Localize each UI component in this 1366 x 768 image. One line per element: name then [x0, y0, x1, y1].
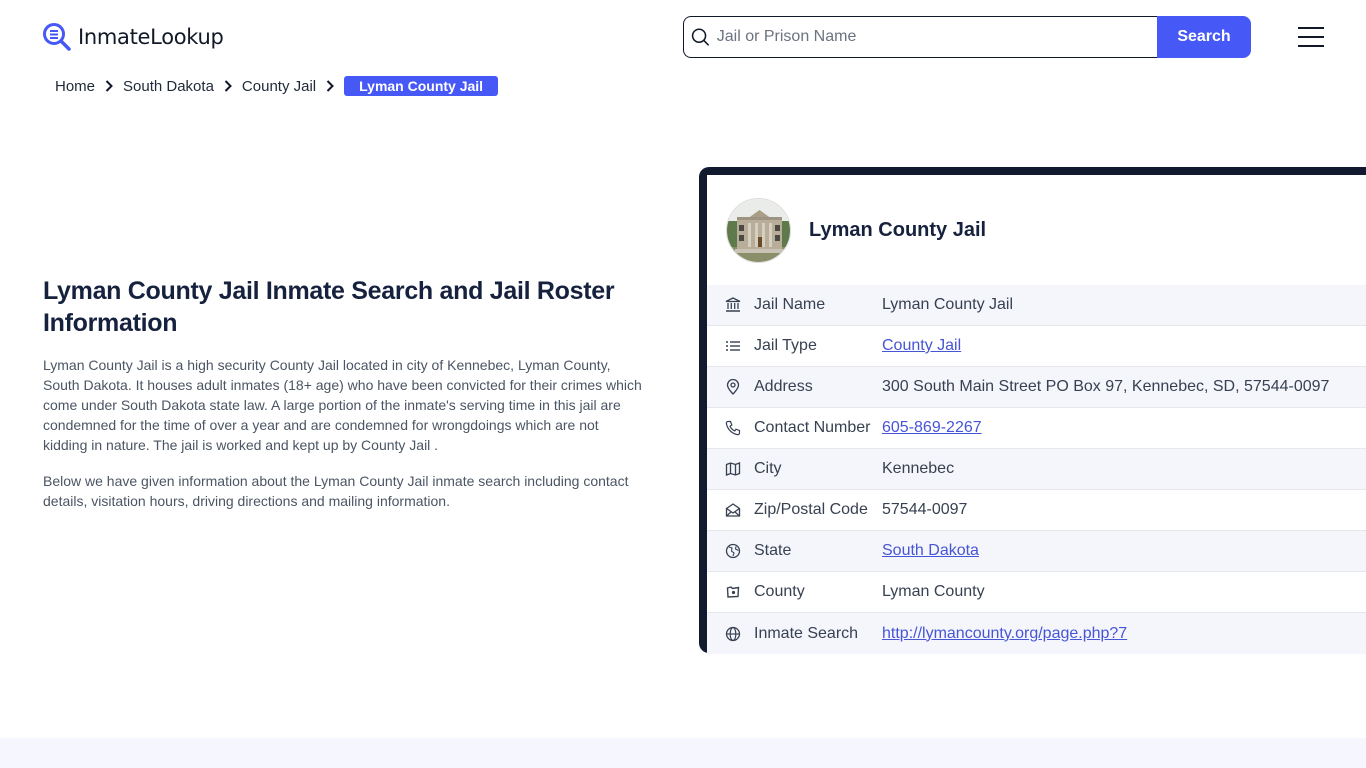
- menu-line: [1298, 36, 1324, 38]
- detail-label: Contact Number: [754, 419, 871, 436]
- page-title: Lyman County Jail Inmate Search and Jail…: [43, 277, 615, 337]
- detail-value: 300 South Main Street PO Box 97, Kennebe…: [882, 378, 1330, 395]
- phone-link[interactable]: 605-869-2267: [882, 419, 982, 436]
- footer-band: [0, 738, 1366, 768]
- county-map-icon: [724, 583, 742, 601]
- search-icon: [691, 28, 709, 46]
- detail-row-county: County Lyman County: [707, 572, 1366, 613]
- detail-row-zip: Zip/Postal Code 57544-0097: [707, 490, 1366, 531]
- logo[interactable]: InmateLookup: [42, 22, 224, 52]
- detail-row-jail-type: Jail Type County Jail: [707, 326, 1366, 367]
- detail-value: Lyman County: [882, 583, 985, 600]
- detail-row-inmate-search: Inmate Search http://lymancounty.org/pag…: [707, 613, 1366, 654]
- search-input[interactable]: [716, 28, 1157, 46]
- search-button[interactable]: Search: [1157, 16, 1251, 58]
- detail-label: Address: [754, 378, 813, 395]
- menu-line: [1298, 27, 1324, 29]
- jail-type-link[interactable]: County Jail: [882, 337, 961, 354]
- detail-label: County: [754, 583, 805, 600]
- intro-paragraph: Below we have given information about th…: [43, 473, 629, 509]
- jail-info-card-body: Lyman County Jail Jail Name Lyman County…: [707, 175, 1366, 654]
- detail-value: Lyman County Jail: [882, 296, 1014, 313]
- chevron-right-icon: [326, 80, 335, 92]
- logo-text: InmateLookup: [78, 25, 224, 49]
- chevron-right-icon: [224, 80, 232, 92]
- jail-info-card: Lyman County Jail Jail Name Lyman County…: [699, 167, 1366, 654]
- detail-value-wrap: http://lymancounty.org/page.php?7: [882, 625, 1127, 643]
- detail-value: Kennebec: [882, 460, 955, 477]
- detail-row-address: Address 300 South Main Street PO Box 97,…: [707, 367, 1366, 408]
- state-link[interactable]: South Dakota: [882, 542, 979, 559]
- building-columns-icon: [724, 296, 742, 314]
- logo-magnifier-icon: [43, 23, 71, 51]
- jail-photo: [726, 197, 791, 263]
- search-field: [683, 16, 1157, 58]
- intro-paragraph: Lyman County Jail is a high security Cou…: [43, 357, 642, 453]
- detail-label: City: [754, 460, 782, 477]
- list-icon: [724, 337, 742, 355]
- breadcrumb: Home South Dakota County Jail Lyman Coun…: [55, 76, 499, 96]
- map-icon: [724, 460, 742, 478]
- detail-row-jail-name: Jail Name Lyman County Jail: [707, 285, 1366, 326]
- card-header: Lyman County Jail: [707, 175, 1366, 285]
- detail-value-wrap: 605-869-2267: [882, 419, 982, 437]
- breadcrumb-home[interactable]: Home: [55, 78, 95, 95]
- detail-label: State: [754, 542, 792, 559]
- jail-details-table: Jail Name Lyman County Jail Jail Type Co…: [707, 285, 1366, 654]
- menu-line: [1298, 45, 1324, 47]
- inmate-search-link[interactable]: http://lymancounty.org/page.php?7: [882, 625, 1127, 642]
- card-title: Lyman County Jail: [809, 218, 987, 241]
- breadcrumb-south-dakota[interactable]: South Dakota: [123, 78, 214, 95]
- breadcrumb-current: Lyman County Jail: [344, 76, 499, 96]
- phone-icon: [724, 419, 742, 437]
- globe-icon: [724, 625, 742, 643]
- site-header: InmateLookup Search: [0, 0, 1366, 72]
- courthouse-image: [727, 198, 790, 262]
- detail-label: Zip/Postal Code: [754, 501, 868, 518]
- detail-value-wrap: County Jail: [882, 337, 961, 355]
- detail-row-contact: Contact Number 605-869-2267: [707, 408, 1366, 449]
- detail-value-wrap: South Dakota: [882, 542, 979, 560]
- detail-label: Inmate Search: [754, 624, 859, 642]
- search-bar: Search: [683, 16, 1251, 58]
- detail-label: Jail Type: [754, 337, 817, 354]
- globe-region-icon: [724, 542, 742, 560]
- breadcrumb-county-jail[interactable]: County Jail: [242, 78, 316, 95]
- map-pin-icon: [724, 378, 742, 396]
- detail-row-city: City Kennebec: [707, 449, 1366, 490]
- detail-label: Jail Name: [754, 296, 826, 313]
- intro-section: Lyman County Jail Inmate Search and Jail…: [43, 275, 643, 511]
- detail-value: 57544-0097: [882, 501, 968, 518]
- mail-open-icon: [724, 501, 742, 519]
- chevron-right-icon: [105, 80, 113, 92]
- detail-row-state: State South Dakota: [707, 531, 1366, 572]
- hamburger-menu-icon[interactable]: [1298, 27, 1324, 47]
